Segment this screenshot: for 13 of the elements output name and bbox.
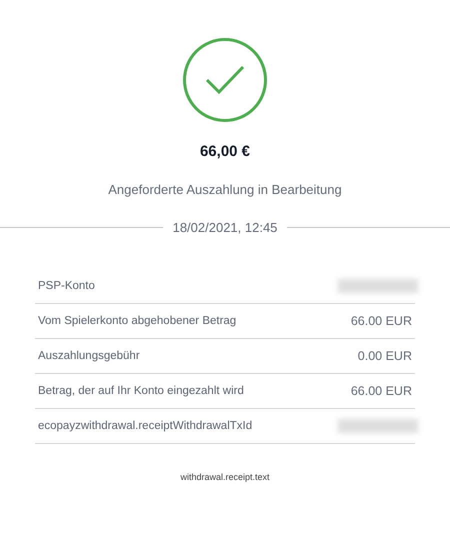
row-label: PSP-Konto (38, 280, 95, 292)
row-value: 66.00 EUR (350, 314, 412, 328)
amount: 66,00 € (200, 143, 250, 160)
footer-text: withdrawal.receipt.text (180, 472, 270, 482)
status-text: Angeforderte Auszahlung in Bearbeitung (108, 182, 342, 197)
date-text: 18/02/2021, 12:45 (172, 220, 278, 235)
row-label: Auszahlungsgebühr (38, 350, 140, 362)
row-label: Vom Spielerkonto abgehobener Betrag (38, 315, 236, 327)
check-circle-icon (182, 37, 268, 123)
row-value: 0.00 EUR (358, 349, 412, 363)
row-label: ecopayzwithdrawal.receiptWithdrawalTxId (38, 420, 252, 432)
row-value: 66.00 EUR (350, 384, 412, 398)
row-label: Betrag, der auf Ihr Konto eingezahlt wird (38, 385, 244, 397)
